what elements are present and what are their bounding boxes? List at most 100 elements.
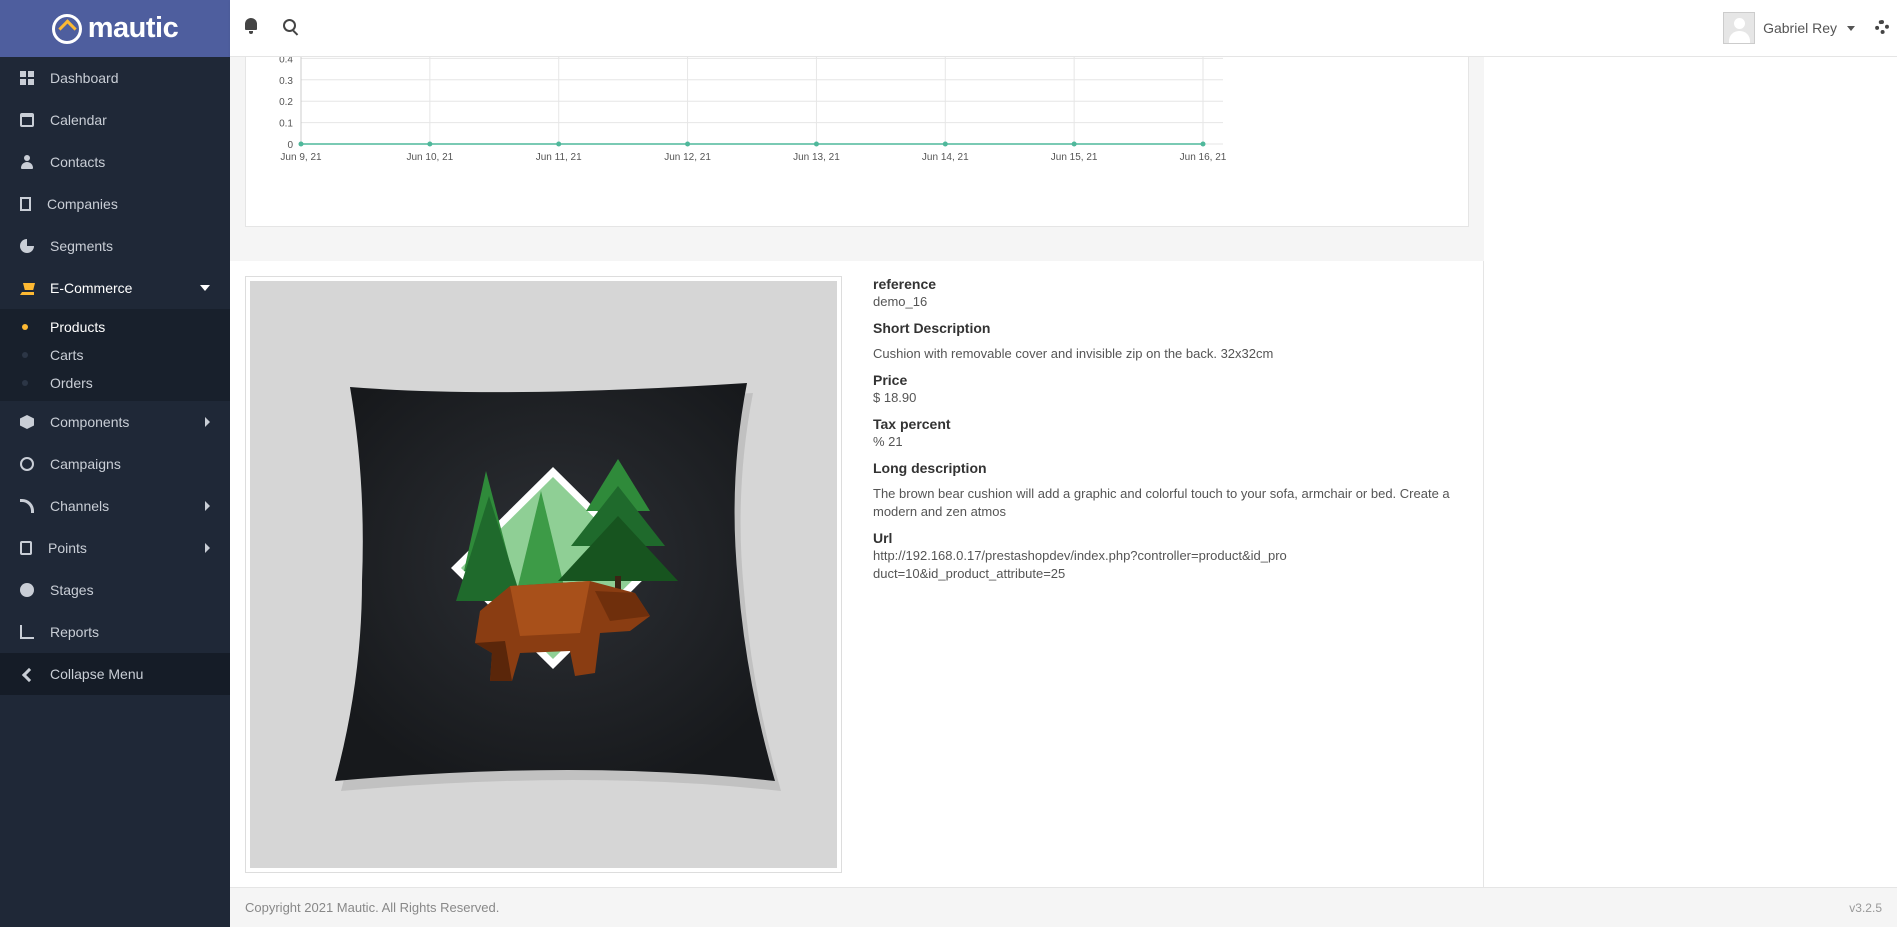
field-label: Short Description: [873, 320, 991, 336]
field-long-description: Long description The brown bear cushion …: [873, 459, 1473, 521]
sidebar-item-stages[interactable]: Stages: [0, 569, 230, 611]
search-icon[interactable]: [283, 19, 296, 32]
sidebar-item-carts[interactable]: Carts: [0, 341, 230, 369]
field-tax-percent: Tax percent % 21: [873, 415, 1473, 451]
field-value: demo_16: [873, 294, 928, 309]
x-tick-label: Jun 15, 21: [1051, 152, 1098, 163]
sidebar-item-dashboard[interactable]: Dashboard: [0, 57, 230, 99]
x-tick-label: Jun 10, 21: [406, 152, 453, 163]
sidebar-item-segments[interactable]: Segments: [0, 225, 230, 267]
x-tick-label: Jun 13, 21: [793, 152, 840, 163]
cart-icon: [20, 281, 34, 295]
x-tick-label: Jun 14, 21: [922, 152, 969, 163]
sidebar-item-label: E-Commerce: [50, 280, 133, 296]
calendar-icon: [20, 113, 34, 127]
chevron-down-icon: [200, 285, 210, 291]
bell-icon[interactable]: [244, 18, 258, 34]
field-label: Url: [873, 530, 893, 546]
user-menu[interactable]: Gabriel Rey: [1723, 11, 1855, 45]
top-header: Gabriel Rey: [230, 0, 1897, 57]
y-tick-label: 0.4: [279, 57, 293, 65]
sidebar-item-orders[interactable]: Orders: [0, 369, 230, 397]
field-short-description: Short Description Cushion with removable…: [873, 319, 1473, 363]
sidebar-item-channels[interactable]: Channels: [0, 485, 230, 527]
field-value: The brown bear cushion will add a graphi…: [873, 486, 1450, 519]
user-icon: [20, 155, 34, 169]
field-url: Url http://192.168.0.17/prestashopdev/in…: [873, 529, 1473, 583]
chevron-right-icon: [205, 543, 210, 553]
x-tick-label: Jun 11, 21: [536, 152, 582, 163]
sidebar-item-companies[interactable]: Companies: [0, 183, 230, 225]
data-point: [427, 141, 433, 147]
line-chart: 0 0.1 0.2 0.3 0.4 Jun 9, 21 Jun 10, 21 Jun 11, …: [279, 57, 1227, 163]
chevron-right-icon: [205, 501, 210, 511]
sidebar-item-label: Reports: [50, 624, 100, 640]
collapse-menu-button[interactable]: Collapse Menu: [0, 653, 230, 695]
product-url-link[interactable]: http://192.168.0.17/prestashopdev/index.…: [873, 547, 1293, 583]
sidebar-item-calendar[interactable]: Calendar: [0, 99, 230, 141]
footer: Copyright 2021 Mautic. All Rights Reserv…: [230, 887, 1897, 927]
field-label: reference: [873, 276, 937, 292]
building-icon: [20, 197, 31, 211]
sidebar: mautic Dashboard Calendar Contacts Compa…: [0, 0, 230, 927]
sidebar-item-campaigns[interactable]: Campaigns: [0, 443, 230, 485]
collapse-menu-label: Collapse Menu: [50, 666, 144, 682]
chart-section: 0 0.1 0.2 0.3 0.4 Jun 9, 21 Jun 10, 21 Jun 11, …: [230, 57, 1484, 261]
field-label: Long description: [873, 460, 987, 476]
product-image: [245, 276, 842, 873]
x-tick-label: Jun 16, 21: [1180, 152, 1227, 163]
right-panel: [1484, 57, 1897, 887]
data-point: [1071, 141, 1077, 147]
gauge-icon: [20, 583, 34, 597]
field-label: Price: [873, 372, 908, 388]
field-label: Tax percent: [873, 416, 951, 432]
gear-icon[interactable]: [1875, 20, 1889, 34]
sidebar-item-points[interactable]: Points: [0, 527, 230, 569]
avatar: [1723, 12, 1756, 44]
sidebar-item-reports[interactable]: Reports: [0, 611, 230, 653]
y-tick-label: 0.2: [279, 97, 293, 108]
chart-panel: 0 0.1 0.2 0.3 0.4 Jun 9, 21 Jun 10, 21 Jun 11, …: [245, 57, 1469, 227]
data-point: [298, 141, 304, 147]
sidebar-item-label: Points: [48, 540, 87, 556]
sidebar-item-components[interactable]: Components: [0, 401, 230, 443]
y-tick-label: 0.1: [279, 119, 293, 130]
product-details: reference demo_16 Short Description Cush…: [873, 275, 1473, 591]
sidebar-item-label: Campaigns: [50, 456, 121, 472]
chevron-down-icon: [1847, 25, 1855, 31]
data-point: [813, 141, 819, 147]
y-tick-label: 0.3: [279, 76, 293, 87]
data-point: [942, 141, 948, 147]
sidebar-item-contacts[interactable]: Contacts: [0, 141, 230, 183]
field-price: Price $ 18.90: [873, 371, 1473, 407]
sidebar-item-label: Companies: [47, 196, 118, 212]
brand-logo[interactable]: mautic: [0, 0, 230, 57]
data-point: [1200, 141, 1206, 147]
main-content: 0 0.1 0.2 0.3 0.4 Jun 9, 21 Jun 10, 21 Jun 11, …: [230, 57, 1484, 887]
main-nav: Dashboard Calendar Contacts Companies Se…: [0, 57, 230, 695]
data-point: [685, 141, 691, 147]
user-name: Gabriel Rey: [1763, 20, 1837, 36]
product-photo: [250, 281, 837, 868]
dashboard-icon: [20, 71, 34, 85]
data-point: [556, 141, 562, 147]
sidebar-item-products[interactable]: Products: [0, 313, 230, 341]
chevron-left-icon: [20, 667, 34, 681]
cube-icon: [20, 415, 34, 429]
sidebar-item-ecommerce[interactable]: E-Commerce: [0, 267, 230, 309]
ecommerce-submenu: Products Carts Orders: [0, 309, 230, 401]
sidebar-item-label: Channels: [50, 498, 110, 514]
x-tick-label: Jun 12, 21: [664, 152, 711, 163]
y-tick-label: 0: [287, 140, 293, 151]
copyright-text: Copyright 2021 Mautic. All Rights Reserv…: [245, 900, 500, 915]
sidebar-item-label: Components: [50, 414, 130, 430]
sidebar-item-label: Calendar: [50, 112, 107, 128]
sidebar-item-label: Dashboard: [50, 70, 119, 86]
clock-icon: [20, 457, 34, 471]
cushion-illustration: [335, 383, 781, 791]
sidebar-item-label: Contacts: [50, 154, 106, 170]
mautic-logo-icon: [51, 13, 82, 44]
x-tick-label: Jun 9, 21: [280, 152, 322, 163]
rss-icon: [20, 499, 34, 513]
calculator-icon: [20, 541, 32, 555]
